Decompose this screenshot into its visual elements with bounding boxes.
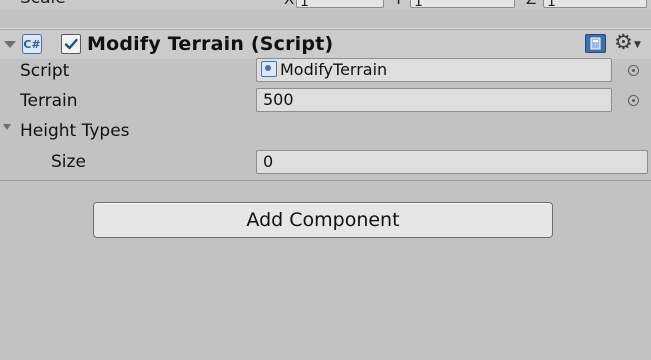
size-field[interactable]: 0 <box>256 150 648 174</box>
script-label: Script <box>20 61 70 81</box>
scale-x-label: X <box>284 0 294 8</box>
component-foldout-icon[interactable] <box>4 41 16 48</box>
add-component-button[interactable]: Add Component <box>93 202 553 238</box>
inspector-empty-area <box>0 269 651 360</box>
gear-dropdown-caret-icon[interactable]: ▼ <box>634 40 641 50</box>
terrain-label: Terrain <box>20 91 78 111</box>
height-types-label[interactable]: Height Types <box>20 120 130 142</box>
csharp-script-icon: C# <box>22 34 42 54</box>
scale-y-label: Y <box>394 0 403 8</box>
help-book-icon[interactable] <box>585 34 606 53</box>
script-value: ModifyTerrain <box>280 60 388 79</box>
inspector-divider <box>0 180 651 181</box>
script-field[interactable]: ModifyTerrain <box>256 58 612 82</box>
terrain-field[interactable]: 500 <box>256 88 612 112</box>
transform-scale-row: Scale X 1 Y 1 Z 1 <box>0 0 651 10</box>
script-asset-icon <box>261 61 277 77</box>
scale-z-field[interactable]: 1 <box>543 0 647 8</box>
scale-label: Scale <box>20 0 66 8</box>
scale-z-label: Z <box>526 0 536 8</box>
script-object-picker-icon[interactable] <box>628 65 639 76</box>
gear-icon[interactable]: ⚙ <box>614 30 633 54</box>
checkmark-icon <box>64 38 78 50</box>
terrain-object-picker-icon[interactable] <box>628 95 639 106</box>
scale-y-field[interactable]: 1 <box>410 0 515 8</box>
height-types-foldout-icon[interactable] <box>3 124 11 130</box>
component-enabled-checkbox[interactable] <box>61 34 81 54</box>
scale-x-field[interactable]: 1 <box>296 0 384 8</box>
size-label: Size <box>51 152 86 172</box>
book-glyph-icon <box>590 37 601 50</box>
component-title: Modify Terrain (Script) <box>87 33 334 55</box>
